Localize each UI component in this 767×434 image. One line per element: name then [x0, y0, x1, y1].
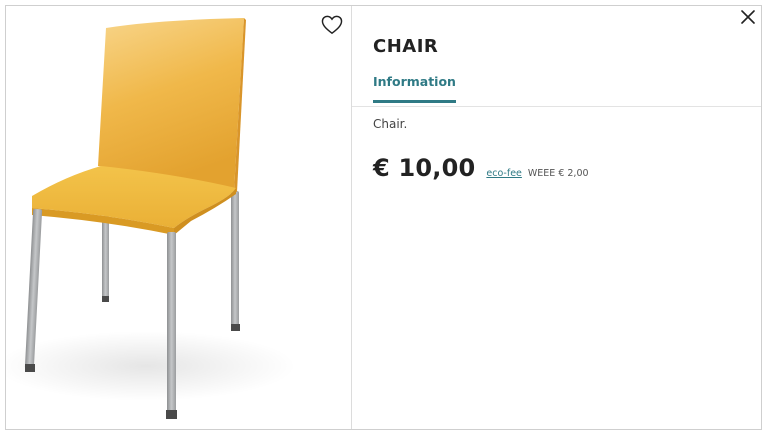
close-icon	[741, 10, 755, 24]
tab-information[interactable]: Information	[373, 74, 456, 103]
product-image	[6, 18, 296, 419]
product-details-pane: CHAIR Information Chair. € 10,00 eco-fee…	[352, 6, 761, 429]
heart-icon	[321, 15, 343, 35]
product-quick-view-modal: CHAIR Information Chair. € 10,00 eco-fee…	[5, 5, 762, 430]
close-button[interactable]	[739, 8, 757, 26]
weee-fee-text: WEEE € 2,00	[527, 168, 589, 179]
product-title: CHAIR	[373, 36, 439, 57]
favorite-button[interactable]	[321, 14, 343, 36]
eco-fee-link[interactable]: eco-fee	[486, 168, 522, 179]
tab-bar: Information	[352, 72, 761, 107]
product-image-pane	[6, 6, 352, 429]
price-row: € 10,00 eco-fee WEEE € 2,00	[373, 154, 589, 182]
product-description: Chair.	[373, 117, 408, 131]
product-price: € 10,00	[373, 154, 476, 182]
